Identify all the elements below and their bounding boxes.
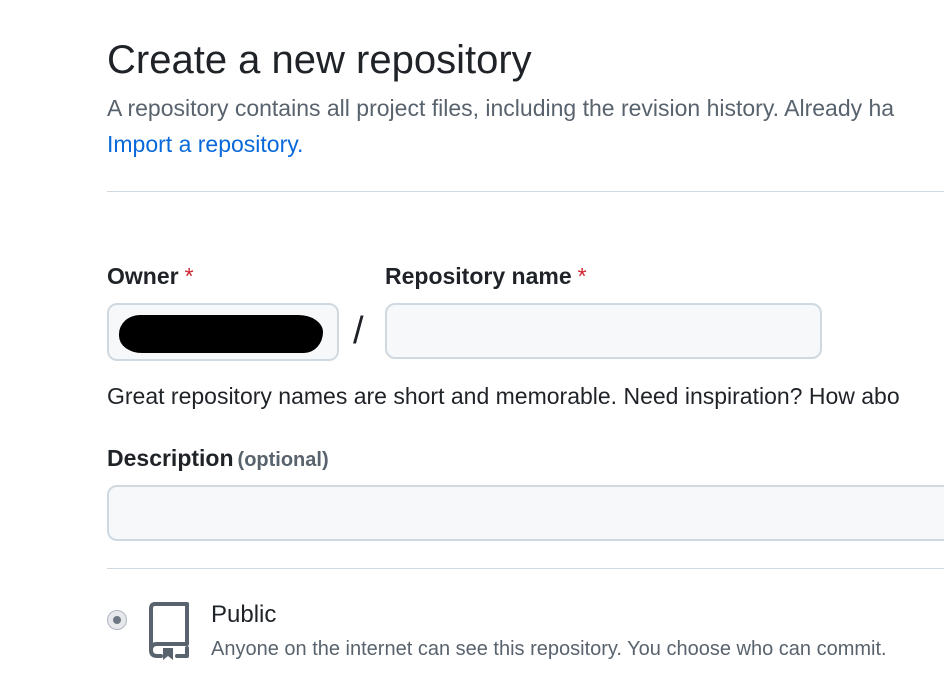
owner-required-mark: *: [184, 263, 194, 289]
owner-repo-separator: /: [353, 310, 364, 352]
page-title: Create a new repository: [107, 38, 532, 82]
repository-name-input[interactable]: [385, 303, 822, 359]
description-label: Description (optional): [107, 443, 329, 475]
create-repository-page: Create a new repository A repository con…: [0, 0, 944, 679]
owner-redaction: [119, 315, 323, 353]
owner-label: Owner *: [107, 261, 194, 291]
repo-icon: [149, 602, 189, 660]
public-option-title: Public: [211, 601, 277, 628]
description-label-text: Description: [107, 445, 234, 471]
repository-name-required-mark: *: [577, 263, 587, 289]
description-divider: [107, 568, 944, 569]
owner-select[interactable]: [107, 303, 339, 361]
header-divider: [107, 191, 944, 192]
public-radio-selected-dot: [113, 616, 121, 624]
repository-name-hint: Great repository names are short and mem…: [107, 383, 900, 409]
description-optional-label: (optional): [237, 449, 329, 471]
description-input[interactable]: [107, 485, 944, 541]
repository-name-label-text: Repository name: [385, 263, 572, 289]
repository-name-label: Repository name *: [385, 261, 587, 291]
public-radio[interactable]: [107, 610, 127, 630]
import-repository-link[interactable]: Import a repository.: [107, 129, 303, 159]
page-subtitle: A repository contains all project files,…: [107, 95, 895, 121]
public-option-description: Anyone on the internet can see this repo…: [211, 638, 887, 660]
owner-label-text: Owner: [107, 263, 179, 289]
